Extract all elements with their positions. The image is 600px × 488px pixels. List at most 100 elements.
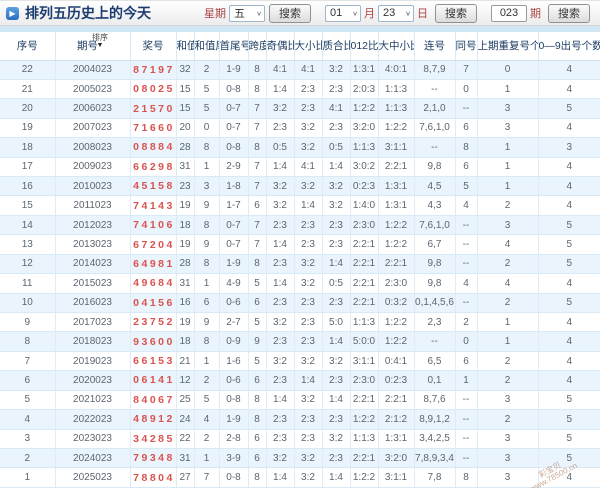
cell-index: 9 <box>0 312 56 333</box>
cell-big-mid-small: 3:2:0 <box>378 448 415 469</box>
day-select[interactable]: 23 ∨ <box>378 4 414 22</box>
cell-prev-repeat: 1 <box>477 79 539 100</box>
table-row: 3 2023023 34285 22 2 2-8 6 2:3 2:3 3:2 1:1:3 1:3:1 3… <box>0 429 600 449</box>
cell-span: 5 <box>248 273 267 294</box>
cell-duplicate: -- <box>455 215 478 236</box>
cell-odd-even: 1:4 <box>266 273 295 294</box>
cell-digit-count: 4 <box>538 351 600 372</box>
cell-duplicate: -- <box>455 293 478 313</box>
cell-prime-composite: 2:3 <box>322 409 351 430</box>
day-label: 日 <box>417 8 428 20</box>
cell-prize: 74106 <box>130 215 177 236</box>
cell-span: 6 <box>248 195 267 216</box>
column-header-label: 奖号 <box>142 40 164 53</box>
cell-big-mid-small: 0:2:3 <box>378 370 415 391</box>
cell-consecutive: 7,6,1,0 <box>414 118 456 139</box>
cell-prev-repeat: 1 <box>477 157 539 178</box>
cell-prime-composite: 3:2 <box>322 176 351 197</box>
cell-sum-tail: 7 <box>194 467 220 488</box>
cell-prev-repeat: 2 <box>477 409 539 430</box>
cell-odd-even: 1:4 <box>266 234 295 255</box>
cell-first-last: 0-7 <box>219 215 249 236</box>
table-row: 1 2025023 78804 27 7 0-8 8 1:4 3:2 1:4 1:2:2 3:1:1 7… <box>0 467 600 488</box>
column-header-label: 首尾号 <box>219 40 248 53</box>
cell-012-ratio: 3:1:1 <box>350 351 379 372</box>
cell-first-last: 1-7 <box>219 195 249 216</box>
cell-digit-count: 4 <box>538 331 600 352</box>
date-search-button[interactable]: 搜索 <box>435 3 477 23</box>
column-header-label: 同号 <box>455 40 477 53</box>
cell-prize: 74143 <box>130 195 177 216</box>
column-header-012-ratio: 012比 <box>350 32 379 61</box>
issue-input[interactable] <box>491 4 527 22</box>
column-header-issue[interactable]: 期号 排序 ▼ <box>55 32 131 61</box>
cell-index: 10 <box>0 293 56 313</box>
cell-big-small: 2:3 <box>294 98 323 119</box>
cell-prev-repeat: 3 <box>477 448 539 469</box>
cell-prize: 87197 <box>130 60 177 80</box>
cell-sum: 18 <box>176 215 195 236</box>
cell-duplicate: -- <box>455 254 478 275</box>
cell-big-small: 3:2 <box>294 254 323 275</box>
cell-index: 18 <box>0 137 56 158</box>
cell-sum-tail: 2 <box>194 370 220 391</box>
cell-prev-repeat: 3 <box>477 118 539 139</box>
cell-prev-repeat: 4 <box>477 273 539 294</box>
cell-prime-composite: 3:2 <box>322 60 351 80</box>
week-select[interactable]: 五 ∨ <box>229 4 265 22</box>
chevron-down-icon: ∨ <box>352 9 358 17</box>
cell-index: 16 <box>0 176 56 197</box>
cell-odd-even: 3:2 <box>266 176 295 197</box>
cell-odd-even: 3:2 <box>266 312 295 333</box>
cell-issue: 2009023 <box>55 157 131 178</box>
table-row: 14 2012023 74106 18 8 0-7 7 2:3 2:3 2:3 2:3:0 1:2:2… <box>0 215 600 236</box>
week-select-value: 五 <box>234 8 245 20</box>
cell-prev-repeat: 1 <box>477 312 539 333</box>
cell-sum: 27 <box>176 467 195 488</box>
cell-012-ratio: 1:1:3 <box>350 137 379 158</box>
table-row: 18 2008023 08884 28 8 0-8 8 0:5 3:2 0:5 1:1:3 3:1:1… <box>0 137 600 158</box>
cell-odd-even: 2:3 <box>266 293 295 313</box>
cell-span: 6 <box>248 429 267 449</box>
table-row: 9 2017023 23752 19 9 2-7 5 3:2 2:3 5:0 1:1:3 1:2:2 2… <box>0 312 600 333</box>
issue-search-button[interactable]: 搜索 <box>548 3 590 23</box>
cell-prime-composite: 1:4 <box>322 157 351 178</box>
cell-span: 8 <box>248 467 267 488</box>
cell-prize: 04156 <box>130 293 177 313</box>
week-search-button[interactable]: 搜索 <box>269 3 311 23</box>
cell-index: 3 <box>0 429 56 449</box>
cell-big-mid-small: 1:1:3 <box>378 79 415 100</box>
cell-big-small: 3:2 <box>294 351 323 372</box>
cell-span: 8 <box>248 254 267 275</box>
cell-prize: 48912 <box>130 409 177 430</box>
cell-big-small: 3:2 <box>294 137 323 158</box>
cell-consecutive: 6,5 <box>414 351 456 372</box>
cell-odd-even: 4:1 <box>266 60 295 80</box>
column-header-label: 质合比 <box>322 40 350 53</box>
cell-prev-repeat: 1 <box>477 137 539 158</box>
cell-consecutive: 6,7 <box>414 234 456 255</box>
cell-digit-count: 4 <box>538 157 600 178</box>
cell-issue: 2023023 <box>55 429 131 449</box>
cell-sum-tail: 9 <box>194 234 220 255</box>
cell-prime-composite: 0:5 <box>322 273 351 294</box>
cell-sum: 16 <box>176 293 195 313</box>
cell-span: 5 <box>248 312 267 333</box>
cell-issue: 2013023 <box>55 234 131 255</box>
cell-odd-even: 1:4 <box>266 157 295 178</box>
cell-span: 7 <box>248 98 267 119</box>
cell-first-last: 0-8 <box>219 137 249 158</box>
cell-issue: 2016023 <box>55 293 131 313</box>
cell-index: 22 <box>0 60 56 80</box>
cell-odd-even: 1:4 <box>266 79 295 100</box>
table-row: 17 2009023 66298 31 1 2-9 7 1:4 4:1 1:4 3:0:2 2:2:1… <box>0 157 600 178</box>
cell-issue: 2008023 <box>55 137 131 158</box>
month-select[interactable]: 01 ∨ <box>325 4 361 22</box>
cell-sum-tail: 6 <box>194 293 220 313</box>
cell-prime-composite: 5:0 <box>322 312 351 333</box>
cell-prize: 45158 <box>130 176 177 197</box>
sort-control[interactable]: 排序 ▼ <box>92 34 108 50</box>
cell-012-ratio: 2:2:1 <box>350 254 379 275</box>
cell-duplicate: 7 <box>455 60 478 80</box>
column-header-consecutive: 连号 <box>414 32 456 61</box>
